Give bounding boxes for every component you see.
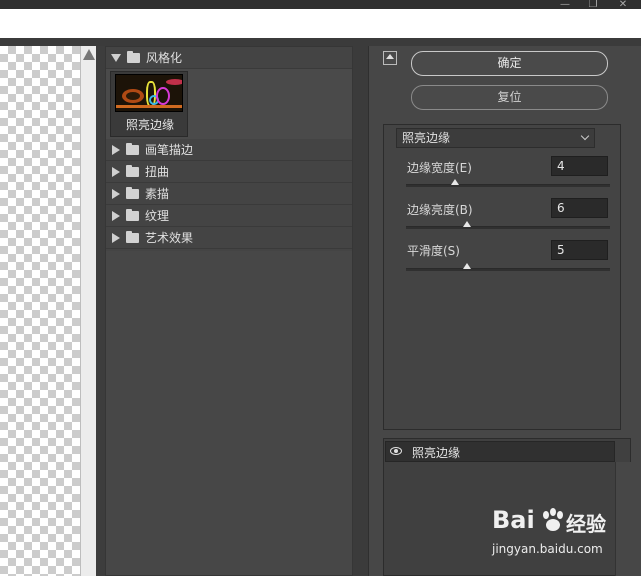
collapsed-triangle-icon[interactable]: [112, 144, 120, 155]
baidu-jingyan-watermark: Bai 经验 jingyan.baidu.com: [484, 500, 614, 570]
close-icon[interactable]: ✕: [614, 0, 632, 10]
folder-icon: [126, 142, 139, 155]
folder-row-distort[interactable]: 扭曲: [106, 161, 352, 183]
folder-icon: [126, 208, 139, 221]
watermark-url: jingyan.baidu.com: [492, 542, 603, 556]
folder-icon: [126, 164, 139, 177]
folder-row-sketch[interactable]: 素描: [106, 183, 352, 205]
folder-row-brush-strokes[interactable]: 画笔描边: [106, 139, 352, 161]
filter-select-value: 照亮边缘: [402, 131, 451, 145]
minimize-icon[interactable]: —: [556, 0, 574, 10]
window-title-strip: — ❐ ✕: [0, 0, 641, 10]
folder-label: 画笔描边: [145, 143, 194, 157]
folder-icon: [127, 50, 140, 63]
folder-icon: [126, 230, 139, 243]
top-divider: [0, 38, 641, 46]
effect-layer-label: 照亮边缘: [412, 446, 461, 460]
chevron-down-icon: [580, 131, 590, 141]
scroll-up-arrow-icon[interactable]: [83, 49, 95, 60]
filter-thumbnail-label: 照亮边缘: [125, 118, 174, 132]
collapsed-triangle-icon[interactable]: [112, 210, 120, 221]
edge-brightness-slider[interactable]: [406, 221, 610, 229]
folder-row-artistic[interactable]: 艺术效果: [106, 227, 352, 249]
folder-label: 扭曲: [145, 165, 170, 179]
effects-scrollbar[interactable]: [615, 462, 631, 576]
collapsed-triangle-icon[interactable]: [112, 188, 120, 199]
slider-thumb-icon[interactable]: [463, 221, 472, 227]
eye-icon[interactable]: [390, 447, 402, 455]
watermark-brand: Bai: [492, 506, 535, 534]
paw-icon: [543, 508, 563, 531]
watermark-brand-cn: 经验: [566, 512, 606, 536]
slider-thumb-icon[interactable]: [463, 263, 472, 269]
restore-icon[interactable]: ❐: [584, 0, 602, 10]
panel-separator-line: [368, 46, 369, 576]
collapsed-triangle-icon[interactable]: [112, 232, 120, 243]
filter-select-dropdown[interactable]: 照亮边缘: [396, 128, 595, 148]
folder-label: 素描: [145, 187, 170, 201]
smoothness-label: 平滑度(S): [407, 244, 460, 258]
effect-layer-row[interactable]: 照亮边缘: [385, 441, 615, 462]
preview-scrollbar[interactable]: [80, 46, 96, 576]
folder-row-stylize[interactable]: 风格化: [106, 47, 352, 69]
reset-button[interactable]: 复位: [411, 85, 608, 110]
smoothness-slider[interactable]: [406, 263, 610, 271]
edge-width-input[interactable]: 4: [551, 156, 608, 176]
edge-brightness-label: 边缘亮度(B): [407, 203, 473, 217]
ok-button[interactable]: 确定: [411, 51, 608, 76]
filter-gallery-panel: 风格化 照亮边缘 画笔描边 扭曲 素描 纹理 艺术效果: [105, 46, 353, 576]
panel-separator: [353, 46, 369, 576]
preview-canvas[interactable]: [0, 46, 80, 576]
smoothness-input[interactable]: 5: [551, 240, 608, 260]
filter-thumbnails: 照亮边缘: [106, 69, 352, 139]
edge-width-slider[interactable]: [406, 179, 610, 187]
filter-preview-image: [115, 74, 183, 112]
collapsed-triangle-icon[interactable]: [112, 166, 120, 177]
folder-row-texture[interactable]: 纹理: [106, 205, 352, 227]
expanded-triangle-icon[interactable]: [111, 53, 121, 62]
folder-icon: [126, 186, 139, 199]
collapse-gallery-button[interactable]: [383, 51, 397, 65]
filter-list-empty-area: [106, 251, 352, 575]
edge-width-label: 边缘宽度(E): [407, 161, 472, 175]
filter-thumbnail-glowing-edges[interactable]: 照亮边缘: [110, 71, 188, 137]
edge-brightness-input[interactable]: 6: [551, 198, 608, 218]
folder-label: 风格化: [146, 51, 183, 65]
folder-label: 艺术效果: [145, 231, 194, 245]
panel-separator: [96, 46, 105, 576]
folder-label: 纹理: [145, 209, 170, 223]
slider-thumb-icon[interactable]: [450, 179, 459, 185]
